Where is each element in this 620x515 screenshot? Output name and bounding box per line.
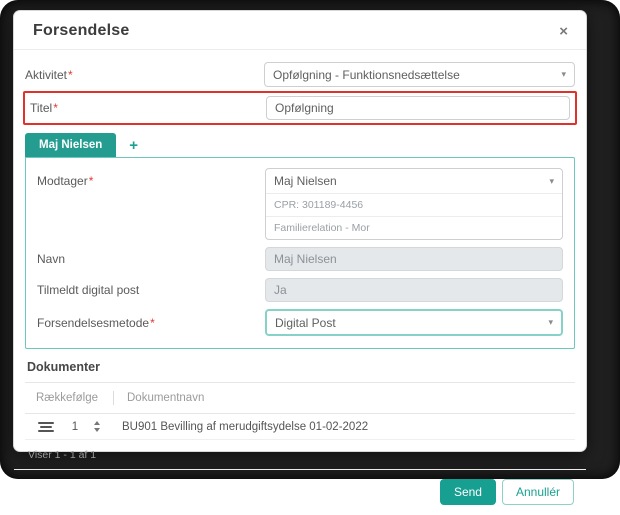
recipient-tabs: Maj Nielsen + — [25, 132, 575, 157]
aktivitet-select-value: Opfølgning - Funktionsnedsættelse — [273, 68, 460, 82]
send-button[interactable]: Send — [440, 479, 496, 505]
document-order-value: 1 — [62, 421, 88, 433]
recipient-panel: Modtager* Maj Nielsen ▾ CPR: 301189-4456… — [25, 157, 575, 349]
chevron-down-icon: ▾ — [549, 176, 554, 187]
required-marker: * — [150, 316, 155, 330]
drag-handle-icon[interactable] — [38, 422, 54, 432]
forsendelsesmetode-label: Forsendelsesmetode* — [37, 316, 265, 330]
required-marker: * — [53, 101, 58, 115]
cancel-button[interactable]: Annullér — [502, 479, 574, 505]
forsendelsesmetode-row: Forsendelsesmetode* Digital Post ▾ — [37, 309, 563, 336]
modtager-row: Modtager* Maj Nielsen ▾ CPR: 301189-4456… — [37, 168, 563, 240]
navn-row: Navn — [37, 247, 563, 271]
tilmeldt-row: Tilmeldt digital post — [37, 278, 563, 302]
tilmeldt-input — [265, 278, 563, 302]
navn-label: Navn — [37, 252, 265, 266]
chevron-down-icon: ▾ — [548, 317, 553, 328]
add-recipient-tab-button[interactable]: + — [116, 137, 151, 157]
modtager-select[interactable]: Maj Nielsen ▾ — [266, 169, 562, 193]
navn-field-wrap — [265, 247, 563, 271]
titel-label-text: Titel — [30, 101, 52, 115]
aktivitet-label-text: Aktivitet — [25, 68, 67, 82]
required-marker: * — [68, 68, 73, 82]
dialog-body: Aktivitet* Opfølgning - Funktionsnedsætt… — [14, 50, 586, 461]
titel-row-validation-highlight: Titel* — [23, 91, 577, 125]
modtager-cpr: CPR: 301189-4456 — [266, 193, 562, 216]
table-row: 1 BU901 Bevilling af merudgiftsydelse 01… — [25, 414, 575, 440]
aktivitet-label: Aktivitet* — [25, 68, 264, 82]
aktivitet-select[interactable]: Opfølgning - Funktionsnedsættelse ▾ — [264, 62, 575, 87]
forsendelsesmetode-select-value: Digital Post — [275, 316, 336, 330]
tab-recipient-maj-nielsen[interactable]: Maj Nielsen — [25, 133, 116, 157]
aktivitet-row: Aktivitet* Opfølgning - Funktionsnedsætt… — [25, 62, 575, 87]
forsendelsesmetode-select[interactable]: Digital Post ▾ — [265, 309, 563, 336]
pager-status: Viser 1 - 1 af 1 — [25, 440, 575, 461]
dialog-header: Forsendelse × — [14, 11, 586, 50]
required-marker: * — [89, 174, 94, 188]
modtager-label-text: Modtager — [37, 174, 88, 188]
column-header-raekkefoelge: Rækkefølge — [25, 392, 113, 404]
tilmeldt-label: Tilmeldt digital post — [37, 283, 265, 297]
tilmeldt-field-wrap — [265, 278, 563, 302]
modtager-label: Modtager* — [37, 168, 265, 188]
forsendelsesmetode-label-text: Forsendelsesmetode — [37, 316, 149, 330]
navn-input — [265, 247, 563, 271]
dialog-footer: Send Annullér — [14, 469, 586, 515]
stepper-down-icon[interactable] — [94, 428, 100, 432]
document-name: BU901 Bevilling af merudgiftsydelse 01-0… — [122, 421, 368, 433]
chevron-down-icon: ▾ — [561, 69, 566, 80]
order-stepper[interactable] — [94, 421, 100, 432]
modtager-relation: Familierelation - Mor — [266, 216, 562, 239]
forsendelse-dialog: Forsendelse × Aktivitet* Opfølgning - Fu… — [14, 11, 586, 451]
close-icon[interactable]: × — [559, 24, 568, 39]
modtager-select-value: Maj Nielsen — [274, 174, 337, 188]
documents-table-header: Rækkefølge Dokumentnavn — [25, 383, 575, 414]
documents-section: Dokumenter Rækkefølge Dokumentnavn 1 BU9… — [25, 358, 575, 461]
documents-section-title: Dokumenter — [25, 358, 575, 383]
titel-label: Titel* — [30, 101, 266, 115]
dialog-title: Forsendelse — [33, 22, 129, 40]
titel-input[interactable] — [266, 96, 570, 120]
column-header-dokumentnavn: Dokumentnavn — [127, 392, 204, 404]
modtager-select-group: Maj Nielsen ▾ CPR: 301189-4456 Familiere… — [265, 168, 563, 240]
stepper-up-icon[interactable] — [94, 421, 100, 425]
column-divider — [113, 391, 114, 405]
